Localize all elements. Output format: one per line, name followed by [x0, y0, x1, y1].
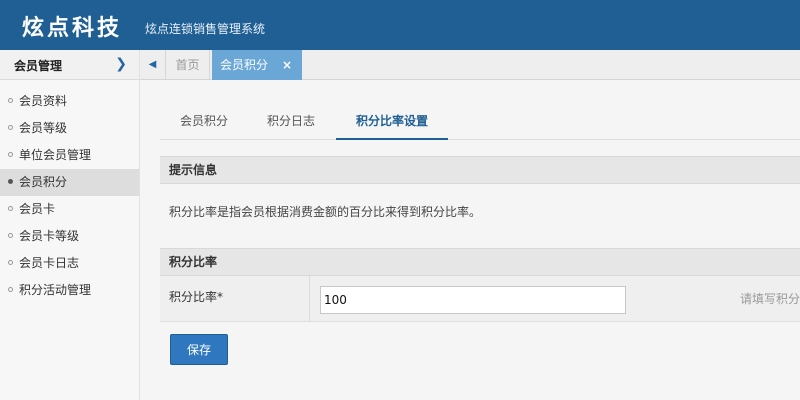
sidebar-title: 会员管理: [14, 59, 63, 73]
subtab-points-log[interactable]: 积分日志: [267, 112, 315, 129]
app-subtitle: 炫点连锁销售管理系统: [145, 22, 266, 36]
sidebar-menu: 会员资料 会员等级 单位会员管理 会员积分 会员卡 会员卡等级 会员卡日志 积分…: [0, 88, 139, 304]
sidebar-item-label: 会员卡日志: [19, 256, 80, 270]
sidebar-item-label: 单位会员管理: [19, 148, 92, 162]
sidebar-item-label: 会员卡: [19, 202, 56, 216]
ratio-input[interactable]: [320, 286, 626, 314]
sidebar-item-card-level[interactable]: 会员卡等级: [0, 223, 139, 250]
bullet-icon: [8, 206, 13, 211]
bullet-icon: [8, 287, 13, 292]
sub-tabs: 会员积分 积分日志 积分比率设置: [160, 102, 800, 140]
bullet-icon: [8, 179, 13, 184]
save-button[interactable]: 保存: [170, 334, 228, 365]
sidebar-item-member-profile[interactable]: 会员资料: [0, 88, 139, 115]
ratio-help-text: 请填写积分比率: [740, 292, 800, 306]
sidebar-item-member-card[interactable]: 会员卡: [0, 196, 139, 223]
sidebar: 会员管理 ❯ 会员资料 会员等级 单位会员管理 会员积分 会员卡 会员卡等级 会…: [0, 50, 140, 400]
sidebar-item-label: 会员等级: [19, 121, 68, 135]
ratio-section-title: 积分比率: [160, 248, 800, 276]
bullet-icon: [8, 98, 13, 103]
chevron-right-icon[interactable]: ❯: [115, 56, 127, 72]
logo: 炫点科技: [22, 16, 123, 41]
sidebar-item-label: 积分活动管理: [19, 283, 92, 297]
tab-member-points[interactable]: 会员积分 ×: [212, 50, 302, 80]
bullet-icon: [8, 152, 13, 157]
close-icon[interactable]: ×: [282, 50, 292, 80]
main-content: 会员积分 积分日志 积分比率设置 提示信息 积分比率是指会员根据消费金额的百分比…: [140, 80, 800, 400]
sidebar-item-member-points[interactable]: 会员积分: [0, 169, 139, 196]
subtab-points-ratio[interactable]: 积分比率设置: [336, 112, 449, 140]
sidebar-item-card-log[interactable]: 会员卡日志: [0, 250, 139, 277]
sidebar-item-label: 会员卡等级: [19, 229, 80, 243]
app-header: 炫点科技 炫点连锁销售管理系统: [0, 0, 800, 50]
divider: [309, 276, 310, 322]
ratio-label: 积分比率*: [169, 290, 224, 304]
sidebar-item-label: 会员积分: [19, 175, 68, 189]
sidebar-item-company-member[interactable]: 单位会员管理: [0, 142, 139, 169]
hint-text: 积分比率是指会员根据消费金额的百分比来得到积分比率。: [169, 205, 482, 219]
tab-home[interactable]: 首页: [166, 50, 210, 80]
subtab-member-points[interactable]: 会员积分: [180, 112, 228, 129]
sidebar-item-label: 会员资料: [19, 94, 68, 108]
sidebar-item-member-level[interactable]: 会员等级: [0, 115, 139, 142]
caret-left-icon[interactable]: ◀: [140, 50, 166, 80]
bullet-icon: [8, 260, 13, 265]
hint-panel-title: 提示信息: [160, 156, 800, 184]
sidebar-header: 会员管理 ❯: [0, 50, 139, 80]
tab-label: 会员积分: [220, 58, 269, 72]
tab-bar: ◀ 首页 会员积分 ×: [140, 50, 800, 80]
bullet-icon: [8, 233, 13, 238]
sidebar-item-points-activity[interactable]: 积分活动管理: [0, 277, 139, 304]
ratio-form-row: 积分比率* 请填写积分比率: [160, 276, 800, 322]
bullet-icon: [8, 125, 13, 130]
